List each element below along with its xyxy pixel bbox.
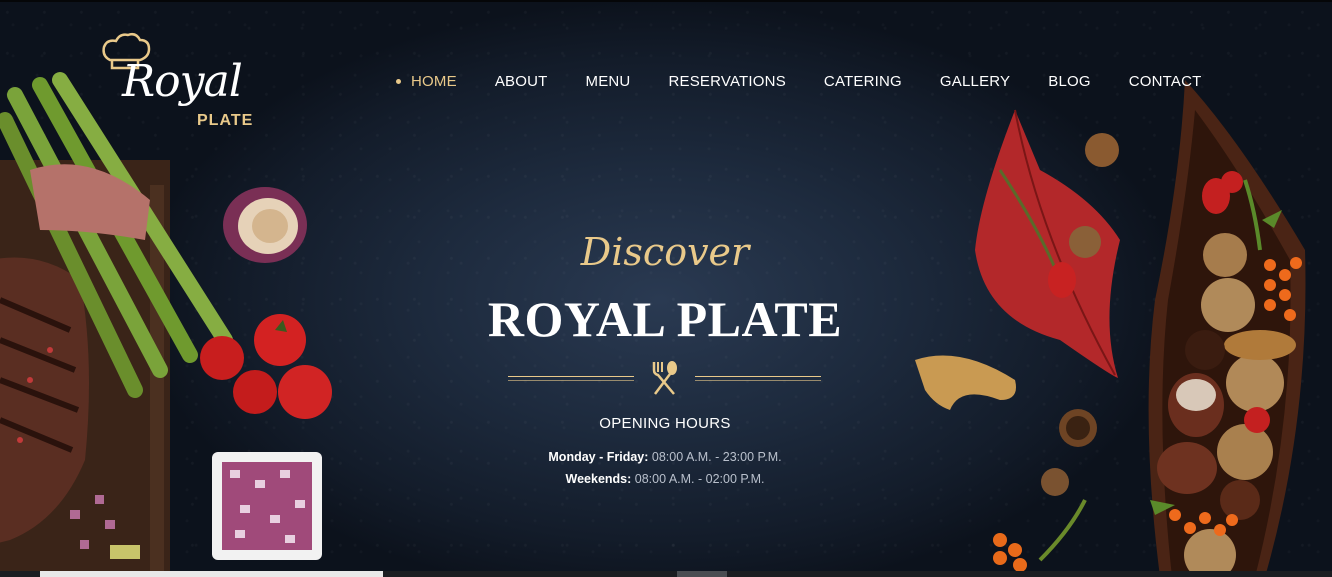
nav-item-contact[interactable]: CONTACT xyxy=(1129,73,1202,90)
nav-item-catering[interactable]: CATERING xyxy=(824,73,902,90)
logo-royal-text: Royal xyxy=(122,56,243,107)
logo-plate-text: PLATE xyxy=(197,112,254,129)
hours-row-weekdays: Monday - Friday: 08:00 A.M. - 23:00 P.M. xyxy=(500,450,830,464)
hours-label: Monday - Friday: xyxy=(548,450,649,464)
hours-row-weekends: Weekends: 08:00 A.M. - 02:00 P.M. xyxy=(500,472,830,486)
hero-title: ROYAL PLATE xyxy=(487,291,843,347)
site-logo[interactable]: Royal PLATE xyxy=(96,30,256,140)
divider-line-left xyxy=(508,376,634,377)
nav-item-reservations[interactable]: RESERVATIONS xyxy=(668,73,785,90)
hours-label: Weekends: xyxy=(565,472,632,486)
main-nav: HOME ABOUT MENU RESERVATIONS CATERING GA… xyxy=(396,70,1240,92)
top-border xyxy=(0,0,1332,2)
hours-time: 08:00 A.M. - 02:00 P.M. xyxy=(634,472,765,486)
nav-item-label: HOME xyxy=(411,72,457,90)
opening-hours-title: OPENING HOURS xyxy=(599,415,731,432)
nav-item-blog[interactable]: BLOG xyxy=(1048,73,1090,90)
nav-item-about[interactable]: ABOUT xyxy=(495,73,548,90)
divider-line-right-thin xyxy=(695,380,821,381)
divider-line-right xyxy=(695,376,821,377)
nav-item-menu[interactable]: MENU xyxy=(586,73,631,90)
hero-divider xyxy=(508,358,821,398)
bottom-bar-tab xyxy=(677,571,727,577)
hours-time: 08:00 A.M. - 23:00 P.M. xyxy=(651,450,782,464)
divider-line-left-thin xyxy=(508,380,634,381)
fork-spoon-icon xyxy=(652,361,677,395)
nav-item-home[interactable]: HOME xyxy=(396,73,457,90)
nav-item-gallery[interactable]: GALLERY xyxy=(940,73,1010,90)
bottom-bar-segment xyxy=(40,571,383,577)
hero-script-heading: Discover xyxy=(580,230,750,274)
active-dot-icon xyxy=(396,78,401,84)
